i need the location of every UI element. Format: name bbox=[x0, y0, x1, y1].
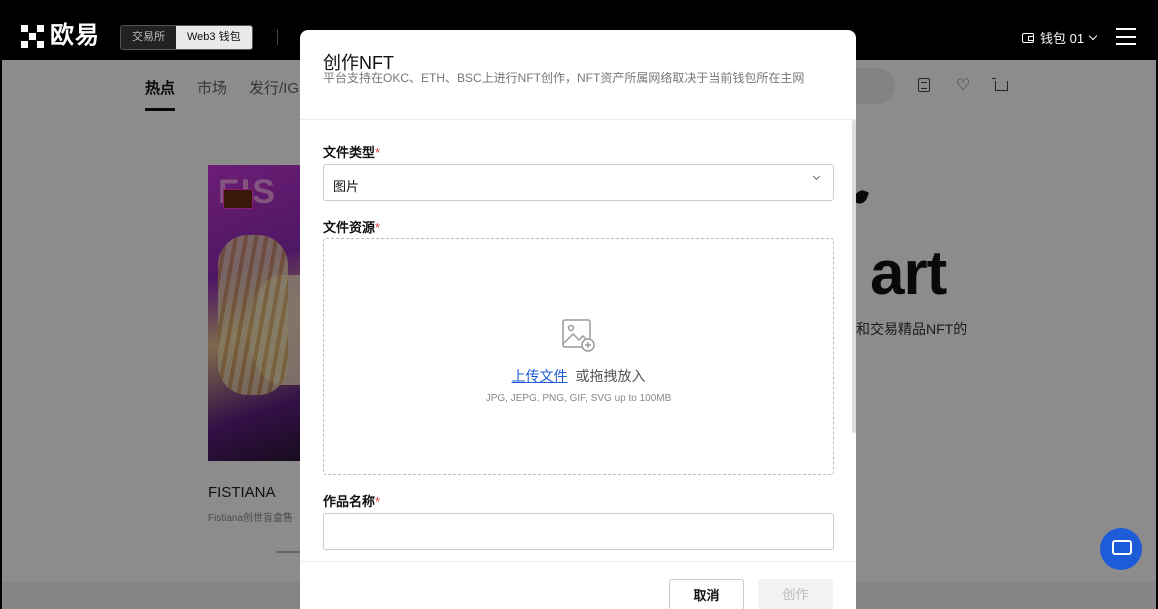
tab-web3-wallet[interactable]: Web3 钱包 bbox=[176, 26, 252, 49]
file-type-label: 文件类型* bbox=[323, 145, 381, 160]
upload-hint: JPG, JEPG, PNG, GIF, SVG up to 100MB bbox=[485, 393, 672, 404]
create-nft-modal: 创作NFT 平台支持在OKC、ETH、BSC上进行NFT创作，NFT资产所属网络… bbox=[300, 30, 856, 609]
file-source-label: 文件资源* bbox=[323, 220, 381, 235]
modal-description: 平台支持在OKC、ETH、BSC上进行NFT创作，NFT资产所属网络取决于当前钱… bbox=[323, 71, 805, 85]
menu-icon[interactable] bbox=[1116, 28, 1136, 45]
modal-scrollbar[interactable] bbox=[852, 120, 856, 433]
upload-file-link[interactable]: 上传文件 bbox=[512, 368, 568, 384]
tab-exchange[interactable]: 交易所 bbox=[121, 26, 176, 49]
chevron-down-icon bbox=[1088, 31, 1098, 40]
image-upload-icon bbox=[562, 319, 595, 352]
work-name-label: 作品名称* bbox=[323, 494, 381, 509]
okx-logo-icon bbox=[21, 24, 44, 48]
drag-drop-text: 或拖拽放入 bbox=[575, 368, 646, 384]
work-name-input[interactable] bbox=[323, 513, 834, 550]
cancel-button[interactable]: 取消 bbox=[669, 579, 744, 609]
chevron-down-icon bbox=[812, 172, 821, 181]
file-dropzone[interactable]: 上传文件 或拖拽放入 JPG, JEPG, PNG, GIF, SVG up to… bbox=[323, 238, 834, 475]
file-type-value: 图片 bbox=[333, 179, 360, 194]
modal-header: 创作NFT 平台支持在OKC、ETH、BSC上进行NFT创作，NFT资产所属网络… bbox=[300, 30, 856, 120]
wallet-selector[interactable]: 钱包 01 bbox=[1022, 28, 1098, 47]
wallet-icon bbox=[1022, 32, 1034, 43]
modal-footer: 取消 创作 bbox=[300, 561, 856, 609]
upload-prompt: 上传文件 或拖拽放入 bbox=[324, 366, 833, 386]
file-type-select[interactable]: 图片 bbox=[323, 164, 834, 201]
chat-icon[interactable] bbox=[1100, 528, 1142, 570]
create-button[interactable]: 创作 bbox=[758, 579, 833, 609]
wallet-label: 钱包 01 bbox=[1040, 31, 1085, 46]
okx-logo[interactable]: 欧易 bbox=[21, 24, 100, 48]
logo-text: 欧易 bbox=[50, 22, 100, 49]
divider bbox=[277, 29, 278, 45]
mode-switch: 交易所 Web3 钱包 bbox=[120, 25, 253, 50]
